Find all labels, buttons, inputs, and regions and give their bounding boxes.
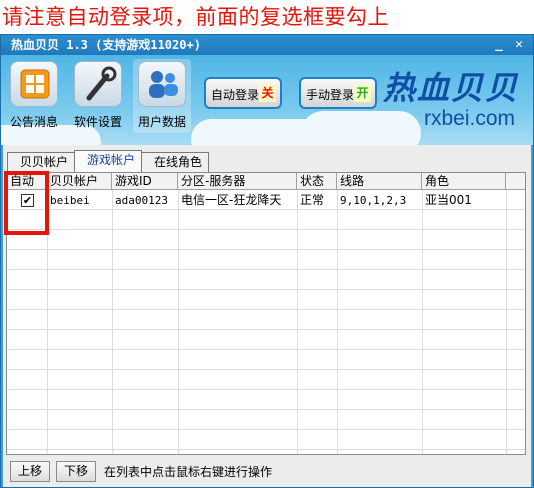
tab-online-roles[interactable]: 在线角色 — [141, 152, 210, 172]
main-window: 热血贝贝 1.3 (支持游戏11020+) _ ✕ 公告消息 软件设置 用户数据… — [0, 34, 534, 488]
cell-status: 正常 — [300, 193, 325, 207]
manual-login-state: 开 — [354, 84, 371, 102]
annotation-text: 请注意自动登录项，前面的复选框要勾上 — [2, 5, 389, 29]
column-header[interactable]: 角色 — [422, 173, 506, 190]
brand-logo-text: 热血贝贝 — [382, 69, 519, 107]
minimize-button[interactable]: _ — [491, 37, 507, 53]
manual-login-label: 手动登录 — [306, 88, 355, 102]
cell-lines: 9,10,1,2,3 — [340, 194, 407, 207]
toolbar-user-data-label: 用户数据 — [137, 115, 186, 129]
auto-login-toggle[interactable]: 自动登录 关 — [204, 77, 282, 109]
table-gridlines — [7, 190, 525, 454]
annotation-highlight-box — [4, 171, 49, 235]
column-header[interactable]: 游戏ID — [112, 173, 178, 190]
column-header[interactable]: 线路 — [337, 173, 422, 190]
cell-account: beibei — [50, 194, 90, 207]
column-header[interactable]: 状态 — [297, 173, 337, 190]
brand-domain: rxbei.com — [423, 107, 515, 130]
table-header: 自动 贝贝帐户 游戏ID 分区-服务器 状态 线路 角色 — [7, 173, 525, 190]
auto-login-state: 关 — [259, 84, 276, 102]
announcement-icon — [10, 61, 58, 107]
wrench-icon — [74, 61, 122, 107]
table-row[interactable]: ✔ beibei ada00123 电信一区-狂龙降天 正常 9,10,1,2,… — [7, 191, 525, 210]
close-button[interactable]: ✕ — [511, 37, 527, 53]
auto-login-label: 自动登录 — [211, 88, 260, 102]
toolbar: 公告消息 软件设置 用户数据 自动登录 关 手动登录 开 热血贝贝 rxbei.… — [1, 55, 533, 145]
users-icon — [138, 61, 186, 107]
toolbar-settings-label: 软件设置 — [73, 115, 122, 129]
toolbar-announcement-label: 公告消息 — [9, 115, 58, 129]
tab-bei-account[interactable]: 贝贝帐户 — [7, 152, 76, 172]
account-table[interactable]: 自动 贝贝帐户 游戏ID 分区-服务器 状态 线路 角色 ✔ beibei ad… — [6, 172, 526, 455]
column-header[interactable]: 贝贝帐户 — [47, 173, 112, 190]
tab-game-account[interactable]: 游戏帐户 — [74, 150, 143, 172]
window-title: 热血贝贝 1.3 (支持游戏11020+) — [11, 38, 201, 52]
footer-hint: 在列表中点击鼠标右键进行操作 — [104, 465, 273, 479]
toolbar-announcement[interactable]: 公告消息 — [5, 59, 63, 133]
cell-game-id: ada00123 — [115, 194, 168, 207]
manual-login-toggle[interactable]: 手动登录 开 — [299, 77, 377, 109]
title-bar[interactable]: 热血贝贝 1.3 (支持游戏11020+) _ ✕ — [1, 35, 533, 55]
toolbar-settings[interactable]: 软件设置 — [69, 59, 127, 133]
content-panel: 贝贝帐户 游戏帐户 在线角色 自动 贝贝帐户 游戏ID 分区-服务器 状态 线路… — [3, 145, 531, 487]
cell-server: 电信一区-狂龙降天 — [181, 193, 282, 207]
column-header[interactable]: 分区-服务器 — [178, 173, 297, 190]
toolbar-user-data[interactable]: 用户数据 — [133, 59, 191, 133]
cell-role: 亚当001 — [425, 193, 472, 207]
move-down-button[interactable]: 下移 — [56, 461, 96, 482]
footer-bar: 上移 下移 在列表中点击鼠标右键进行操作 — [3, 457, 531, 487]
move-up-button[interactable]: 上移 — [10, 461, 50, 482]
